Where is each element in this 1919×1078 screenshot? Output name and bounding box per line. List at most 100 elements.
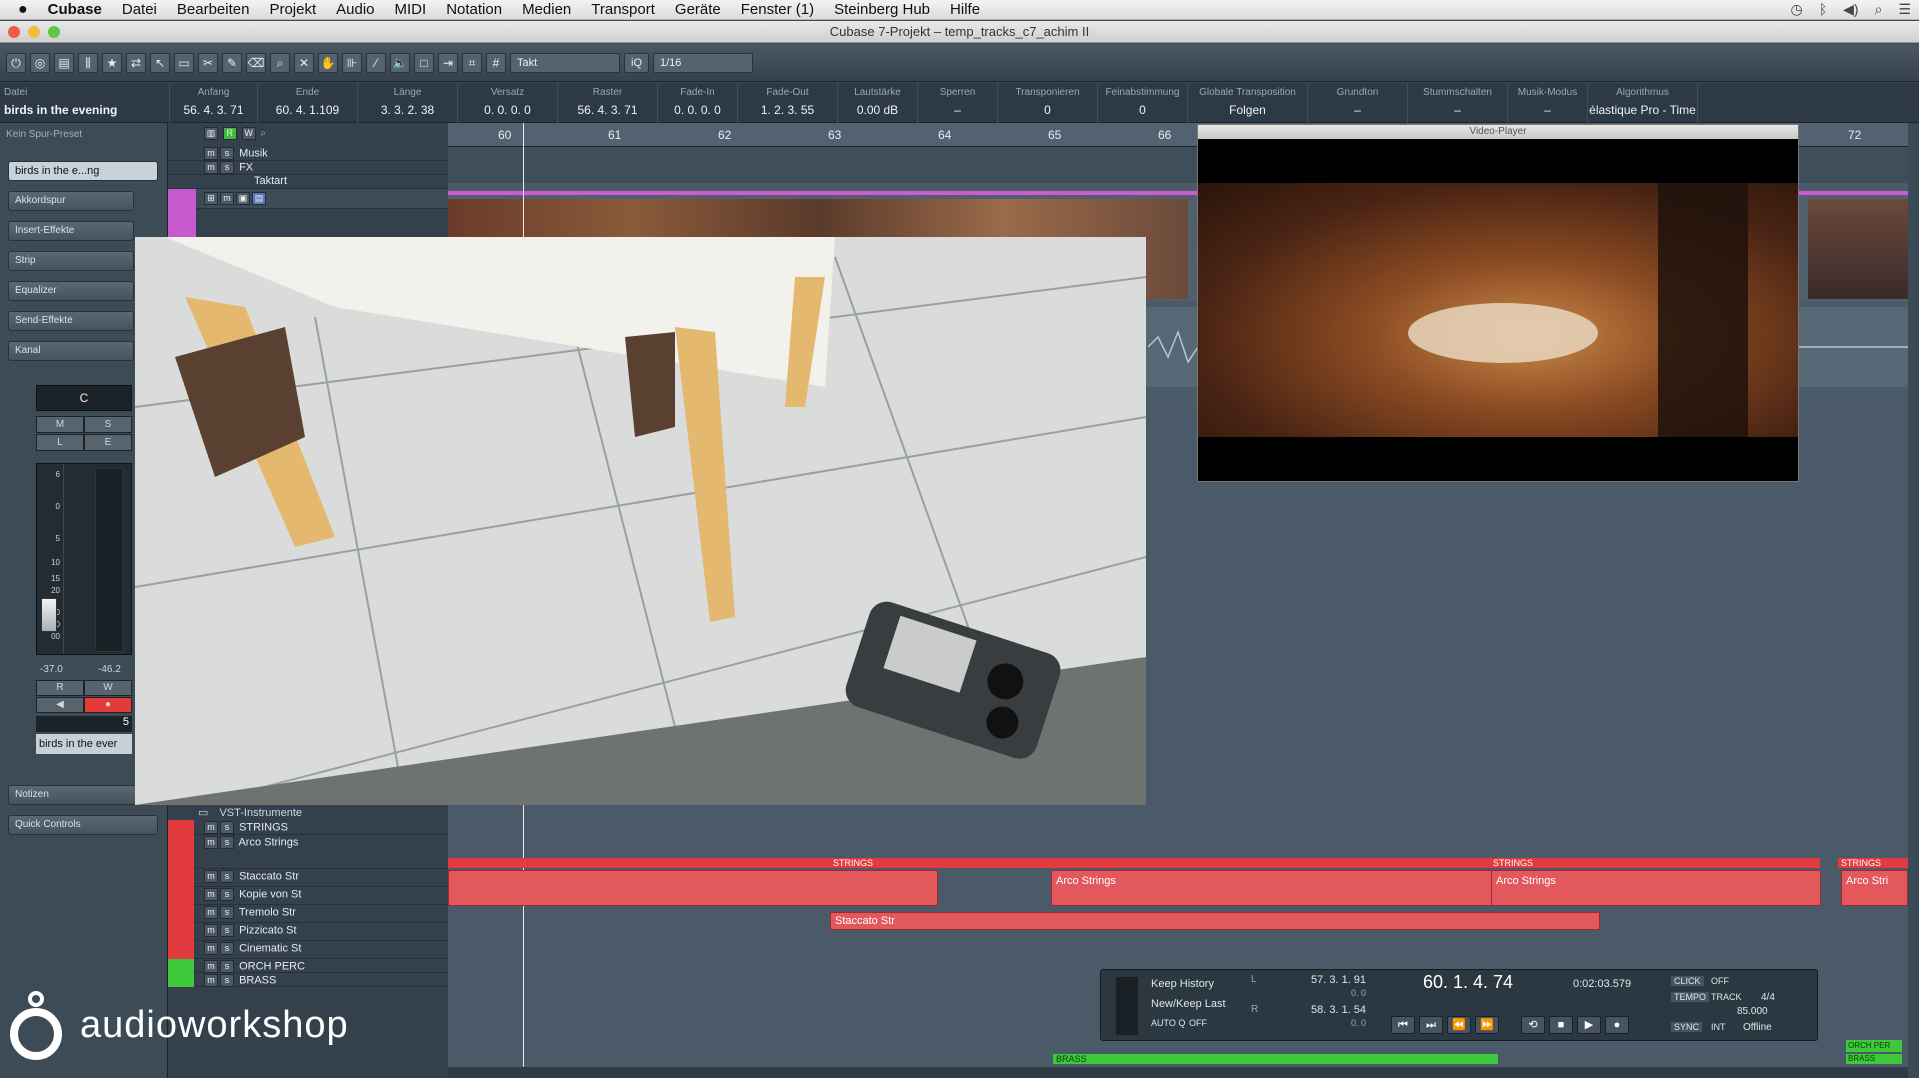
solo-button[interactable]: s xyxy=(220,924,234,937)
track-name[interactable]: STRINGS xyxy=(239,821,288,833)
color-menu-icon[interactable]: □ xyxy=(414,52,434,73)
favorites-icon[interactable]: ★ xyxy=(102,52,122,73)
info-column[interactable]: Stummschalten – xyxy=(1408,83,1508,123)
info-column[interactable]: Globale Transposition Folgen xyxy=(1188,83,1308,123)
info-column-value[interactable]: 0. 0. 0. 0 xyxy=(658,103,737,117)
minimize-window-button[interactable] xyxy=(28,26,40,38)
info-column-value[interactable]: 56. 4. 3. 71 xyxy=(558,103,657,117)
video-lock-button[interactable]: ⊞ xyxy=(204,192,218,205)
fast-forward-button[interactable]: ⏩ xyxy=(1475,1016,1499,1034)
info-column[interactable]: Transponieren 0 xyxy=(998,83,1098,123)
show-lanes-button[interactable]: ▥ xyxy=(204,127,218,140)
menu-midi[interactable]: MIDI xyxy=(385,1,437,18)
video-thumbnail-right[interactable] xyxy=(1808,199,1908,299)
solo-button[interactable]: s xyxy=(220,161,234,174)
mute-button[interactable]: m xyxy=(204,821,218,834)
section-insert-effekte[interactable]: Insert-Effekte xyxy=(8,221,134,241)
nudge-icon[interactable]: ⇥ xyxy=(438,52,458,73)
click-button[interactable]: CLICK xyxy=(1671,976,1704,986)
record-enable-button[interactable]: ● xyxy=(84,697,132,713)
event-arco-strings-4[interactable]: Arco Stri xyxy=(1841,870,1908,906)
event-orch-perc-right[interactable]: ORCH PER xyxy=(1846,1040,1902,1052)
mute-button[interactable]: m xyxy=(204,974,218,987)
info-column-value[interactable]: 0 xyxy=(1098,103,1187,117)
left-locator-icon[interactable]: L xyxy=(1251,974,1257,985)
event-strings-folder-right[interactable]: STRINGS xyxy=(1838,858,1908,868)
info-column-value[interactable]: – xyxy=(1308,103,1407,117)
info-column-value[interactable]: 1. 2. 3. 55 xyxy=(738,103,837,117)
track-row-fx[interactable]: ms FX xyxy=(168,161,448,175)
folder-vst-instrumente[interactable]: ▭ VST-Instrumente xyxy=(198,806,448,820)
track-row[interactable]: ms STRINGS xyxy=(168,820,448,835)
event-brass-right[interactable]: BRASS xyxy=(1846,1054,1902,1064)
split-tool-icon[interactable]: ✂ xyxy=(198,52,218,73)
track-row-musik[interactable]: ms Musik xyxy=(168,147,448,161)
mute-tool-icon[interactable]: ✕ xyxy=(294,52,314,73)
activate-project-icon[interactable]: ⏻ xyxy=(6,52,26,73)
video-player-window[interactable]: Video-Player xyxy=(1197,124,1799,482)
info-column[interactable]: Musik-Modus – xyxy=(1508,83,1588,123)
horizontal-scrollbar[interactable] xyxy=(448,1067,1908,1078)
apple-menu-icon[interactable]: ● xyxy=(0,1,38,19)
menu-notation[interactable]: Notation xyxy=(436,1,512,18)
go-to-end-button[interactable]: ⏭ xyxy=(1419,1016,1443,1034)
event-strings-folder[interactable]: STRINGS STRINGS xyxy=(448,858,1820,868)
monitor-button[interactable]: ◀ xyxy=(36,697,84,713)
event-arco-strings-3[interactable]: Arco Strings xyxy=(1491,870,1821,906)
solo-button[interactable]: s xyxy=(220,974,234,987)
track-row[interactable]: ms Pizzicato St xyxy=(168,923,448,941)
info-column-value[interactable]: Folgen xyxy=(1188,103,1307,117)
zoom-window-button[interactable] xyxy=(48,26,60,38)
auto-quantize-label[interactable]: AUTO Q xyxy=(1151,1018,1185,1028)
section-quick-controls[interactable]: Quick Controls xyxy=(8,815,158,835)
menu-audio[interactable]: Audio xyxy=(326,1,384,18)
menu-transport[interactable]: Transport xyxy=(581,1,665,18)
grid-icon[interactable]: # xyxy=(486,52,506,73)
mute-button[interactable]: M xyxy=(36,416,84,433)
write-automation-button[interactable]: W xyxy=(84,680,132,696)
menu-app-cubase[interactable]: Cubase xyxy=(38,1,112,18)
track-row[interactable]: ms Tremolo Str xyxy=(168,905,448,923)
menu-geraete[interactable]: Geräte xyxy=(665,1,731,18)
folder-name[interactable]: VST-Instrumente xyxy=(219,807,302,819)
track-row[interactable]: ms Kopie von St xyxy=(168,887,448,905)
track-name[interactable]: Musik xyxy=(239,147,268,159)
right-locator-value[interactable]: 58. 3. 1. 54 xyxy=(1311,1004,1366,1016)
track-row-video[interactable]: ⊞ m ▣ ▤ xyxy=(168,189,448,299)
track-preset-label[interactable]: Kein Spur-Preset xyxy=(6,129,82,140)
info-column-value[interactable]: – xyxy=(918,103,997,117)
solo-button[interactable]: s xyxy=(220,836,234,849)
tempo-button[interactable]: TEMPO xyxy=(1671,992,1710,1002)
mute-button[interactable]: m xyxy=(204,161,218,174)
track-row[interactable]: ms Arco Strings xyxy=(168,835,448,869)
edit-channel-button[interactable]: E xyxy=(84,434,132,451)
info-column[interactable]: Grundton – xyxy=(1308,83,1408,123)
info-column[interactable]: Anfang 56. 4. 3. 71 xyxy=(170,83,258,123)
solo-button[interactable]: s xyxy=(220,942,234,955)
pan-knob[interactable]: C xyxy=(36,385,132,411)
info-column[interactable]: Versatz 0. 0. 0. 0 xyxy=(458,83,558,123)
solo-button[interactable]: S xyxy=(84,416,132,433)
auto-quantize-value[interactable]: OFF xyxy=(1189,1018,1207,1028)
track-name[interactable]: ORCH PERC xyxy=(239,960,305,972)
mute-button[interactable]: m xyxy=(204,147,218,160)
track-row[interactable]: ms BRASS xyxy=(168,973,448,987)
primary-time-display[interactable]: 60. 1. 4. 74 xyxy=(1423,972,1513,993)
info-column[interactable]: Fade-In 0. 0. 0. 0 xyxy=(658,83,738,123)
listen-button[interactable]: L xyxy=(36,434,84,451)
section-strip[interactable]: Strip xyxy=(8,251,134,271)
section-akkordspur[interactable]: Akkordspur xyxy=(8,191,134,211)
menu-medien[interactable]: Medien xyxy=(512,1,581,18)
track-search-icon[interactable]: ⌕ xyxy=(260,128,266,139)
draw-tool-icon[interactable]: ✎ xyxy=(222,52,242,73)
mute-button[interactable]: m xyxy=(204,888,218,901)
auto-scroll-icon[interactable]: ⇄ xyxy=(126,52,146,73)
history-mode-label[interactable]: Keep History xyxy=(1151,978,1214,990)
info-column[interactable]: Raster 56. 4. 3. 71 xyxy=(558,83,658,123)
record-mode-label[interactable]: New/Keep Last xyxy=(1151,998,1226,1010)
menu-hilfe[interactable]: Hilfe xyxy=(940,1,990,18)
solo-button[interactable]: s xyxy=(220,906,234,919)
volume-icon[interactable]: ◀) xyxy=(1843,1,1858,18)
mute-button[interactable]: m xyxy=(204,960,218,973)
write-all-button[interactable]: W xyxy=(241,127,256,140)
